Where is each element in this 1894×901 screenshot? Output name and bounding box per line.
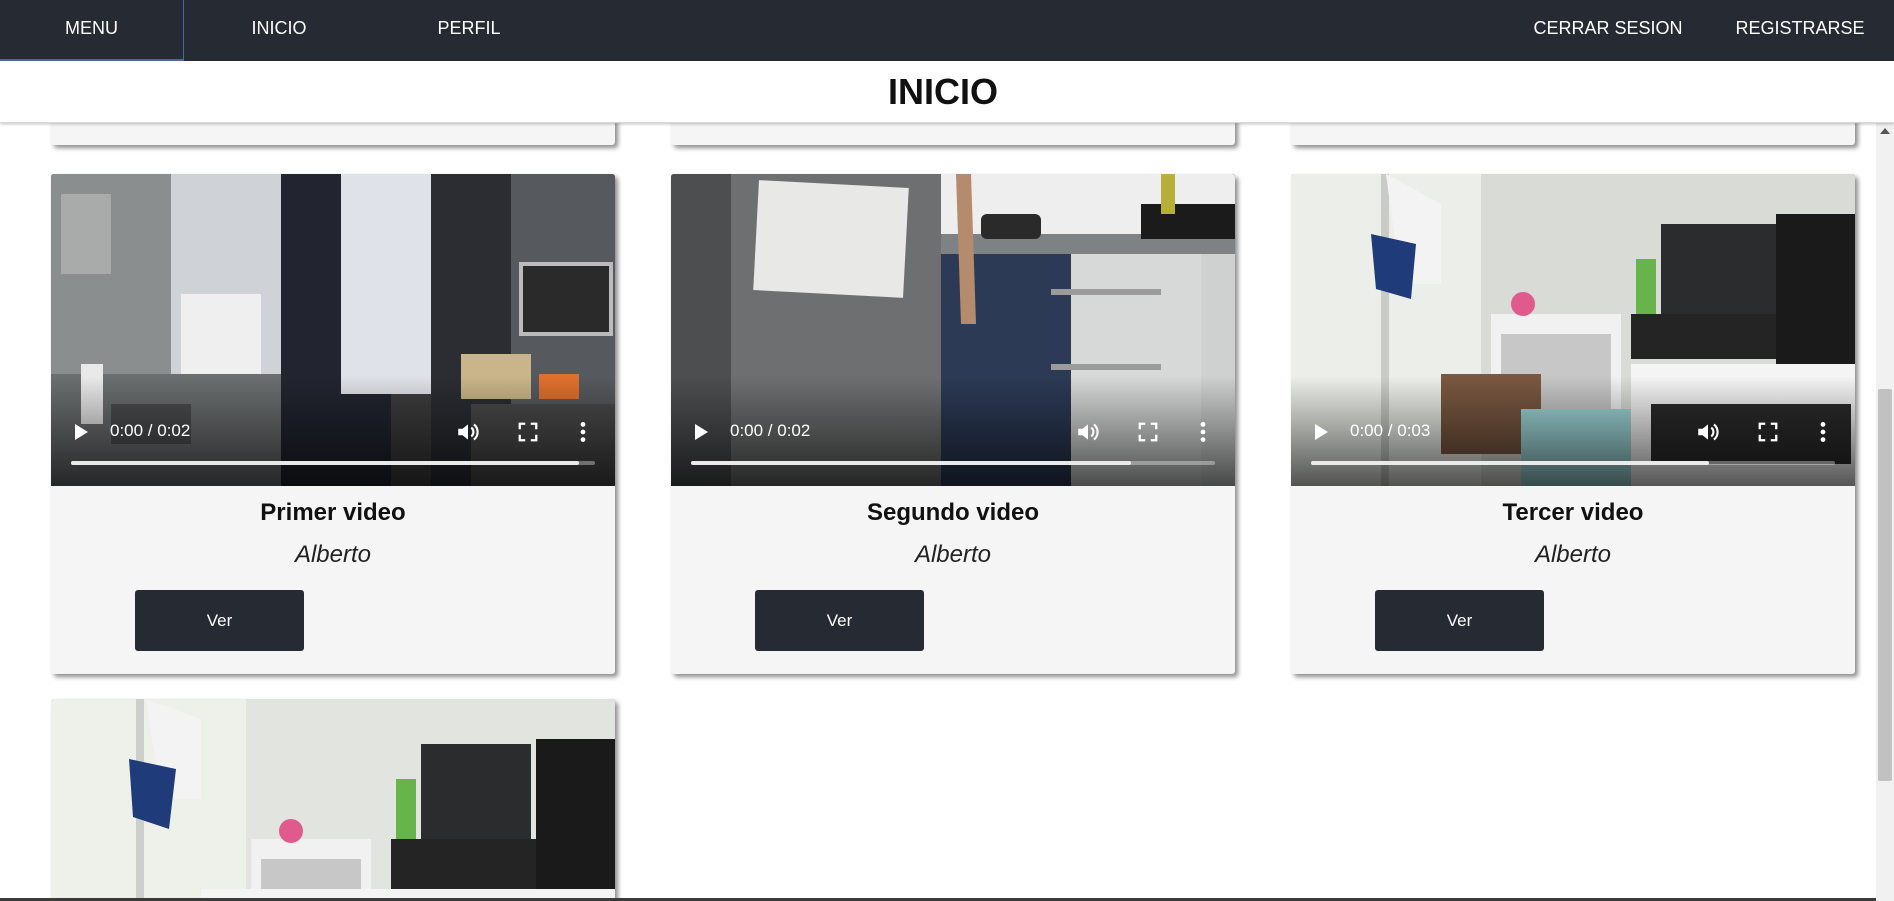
ver-button[interactable]: Ver	[1375, 590, 1544, 651]
volume-icon[interactable]	[1075, 419, 1101, 445]
nav-perfil-link[interactable]: PERFIL	[374, 0, 564, 61]
video-time: 0:00 / 0:02	[110, 421, 191, 440]
video-title: Tercer video	[1502, 499, 1644, 526]
scrollbar-thumb[interactable]	[1878, 389, 1892, 781]
nav-menu-item[interactable]: MENU	[0, 0, 184, 61]
video-card: 0:00 / 0:03 Tercer video Alberto Ver	[1291, 174, 1855, 674]
video-player[interactable]	[51, 699, 615, 901]
video-card-partial	[671, 123, 1235, 145]
video-card: 0:00 / 0:02 Segundo video Alberto Ver	[671, 174, 1235, 674]
page-scrollbar[interactable]	[1876, 123, 1894, 901]
volume-icon[interactable]	[455, 419, 481, 445]
fullscreen-icon[interactable]	[1757, 421, 1779, 443]
video-progress-fill	[71, 461, 580, 465]
video-player[interactable]: 0:00 / 0:03	[1291, 174, 1855, 486]
video-time: 0:00 / 0:03	[1350, 421, 1431, 440]
more-options-icon[interactable]	[1810, 419, 1836, 445]
nav-register-link[interactable]: REGISTRARSE	[1720, 0, 1880, 61]
page-title: INICIO	[887, 71, 998, 112]
video-frame-desk	[51, 699, 615, 901]
video-progress-bar[interactable]	[1311, 461, 1835, 465]
video-progress-fill	[691, 461, 1132, 465]
video-card: 0:00 / 0:02 Primer video Alberto Ver	[51, 174, 615, 674]
video-player[interactable]: 0:00 / 0:02	[671, 174, 1235, 486]
play-icon[interactable]	[695, 424, 708, 440]
nav-logout-link[interactable]: CERRAR SESION	[1520, 0, 1696, 61]
more-options-icon[interactable]	[570, 419, 596, 445]
video-progress-bar[interactable]	[691, 461, 1215, 465]
play-icon[interactable]	[75, 424, 88, 440]
video-controls: 0:00 / 0:02	[51, 406, 615, 486]
video-author: Alberto	[1534, 541, 1612, 568]
video-title: Segundo video	[866, 499, 1039, 526]
video-author: Alberto	[294, 541, 372, 568]
ver-button[interactable]: Ver	[135, 590, 304, 651]
video-title: Primer video	[260, 499, 406, 526]
video-card-partial	[1291, 123, 1855, 145]
video-progress-bar[interactable]	[71, 461, 595, 465]
video-card-partial	[51, 123, 615, 145]
top-navbar: MENU INICIO PERFIL CERRAR SESION REGISTR…	[0, 0, 1894, 61]
fullscreen-icon[interactable]	[1137, 421, 1159, 443]
video-author: Alberto	[914, 541, 992, 568]
video-controls: 0:00 / 0:02	[671, 406, 1235, 486]
more-options-icon[interactable]	[1190, 419, 1216, 445]
video-controls: 0:00 / 0:03	[1291, 406, 1855, 486]
video-progress-fill	[1311, 461, 1710, 465]
page-header: INICIO	[0, 61, 1894, 123]
nav-inicio-link[interactable]: INICIO	[184, 0, 374, 61]
video-player[interactable]: 0:00 / 0:02	[51, 174, 615, 486]
volume-icon[interactable]	[1695, 419, 1721, 445]
video-time: 0:00 / 0:02	[730, 421, 811, 440]
play-icon[interactable]	[1315, 424, 1328, 440]
fullscreen-icon[interactable]	[517, 421, 539, 443]
video-grid: 0:00 / 0:02 Primer video Alberto Ver 0:0…	[0, 123, 1876, 901]
video-card	[51, 699, 615, 901]
scroll-up-arrow-icon[interactable]	[1880, 128, 1890, 134]
ver-button[interactable]: Ver	[755, 590, 924, 651]
page: MENU INICIO PERFIL CERRAR SESION REGISTR…	[0, 0, 1894, 901]
